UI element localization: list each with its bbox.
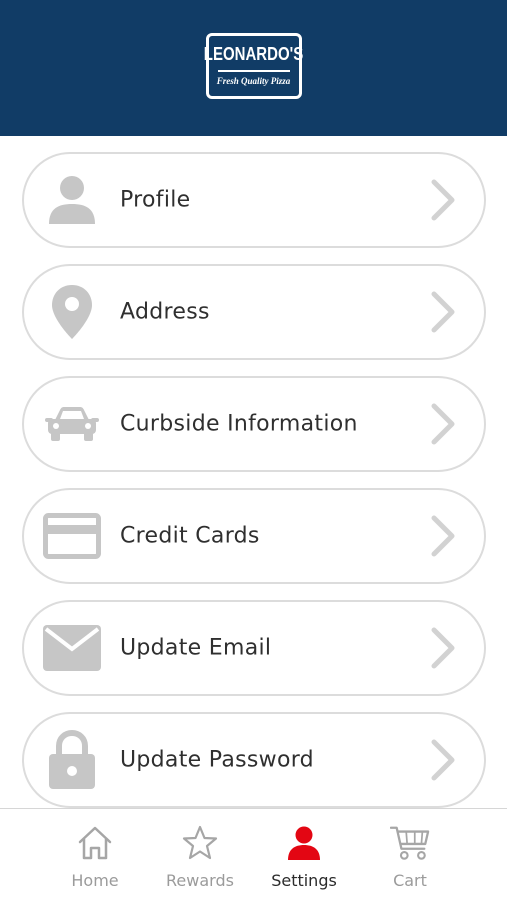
logo-divider [217,69,290,72]
bottom-tab-bar: Home Rewards Settings Cart [0,808,507,900]
tab-label: Settings [271,871,337,890]
chevron-right-icon [430,290,456,334]
envelope-icon [42,618,102,678]
lock-icon [42,730,102,790]
tab-settings[interactable]: Settings [252,809,356,900]
menu-item-label: Profile [120,187,191,213]
chevron-right-icon [430,738,456,782]
menu-item-update-email[interactable]: Update Email [22,600,486,696]
chevron-right-icon [430,626,456,670]
menu-item-label: Credit Cards [120,523,260,549]
menu-item-profile[interactable]: Profile [22,152,486,248]
menu-item-label: Update Email [120,635,272,661]
map-pin-icon [42,282,102,342]
chevron-right-icon [430,178,456,222]
brand-logo: LEONARDO'S Fresh Quality Pizza [203,33,304,99]
cart-icon [390,823,430,863]
menu-item-address[interactable]: Address [22,264,486,360]
car-icon [42,394,102,454]
tab-cart[interactable]: Cart [358,809,462,900]
app-header: LEONARDO'S Fresh Quality Pizza [0,0,507,136]
credit-card-icon [42,506,102,566]
settings-screen: LEONARDO'S Fresh Quality Pizza Profile A… [0,0,507,900]
brand-tagline: Fresh Quality Pizza [216,75,291,86]
menu-item-update-password[interactable]: Update Password [22,712,486,808]
menu-item-curbside[interactable]: Curbside Information [22,376,486,472]
person-icon [42,170,102,230]
menu-item-credit-cards[interactable]: Credit Cards [22,488,486,584]
menu-item-label: Update Password [120,747,314,773]
menu-item-label: Curbside Information [120,411,358,437]
tab-label: Home [71,871,119,890]
star-icon [180,823,220,863]
tab-label: Rewards [166,871,234,890]
tab-label: Cart [393,871,427,890]
tab-home[interactable]: Home [43,809,147,900]
tab-rewards[interactable]: Rewards [148,809,252,900]
brand-name: LEONARDO'S [203,43,304,65]
chevron-right-icon [430,514,456,558]
menu-item-label: Address [120,299,210,325]
home-icon [75,823,115,863]
person-icon [284,823,324,863]
chevron-right-icon [430,402,456,446]
